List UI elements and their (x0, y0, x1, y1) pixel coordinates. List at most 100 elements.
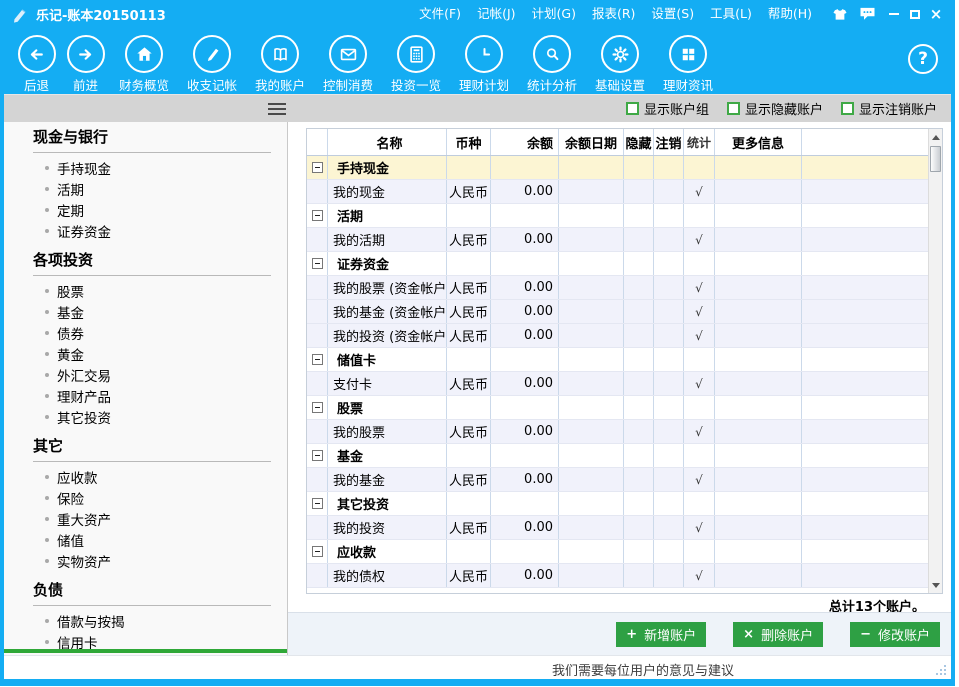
checkbox-option-1[interactable]: 显示隐藏账户 (727, 99, 823, 118)
table-row[interactable]: 其它投资 (307, 492, 928, 516)
minimize-button[interactable] (888, 8, 900, 20)
column-header-5[interactable]: 隐藏 (624, 129, 654, 155)
scroll-up-icon[interactable] (929, 130, 942, 144)
table-row[interactable]: 支付卡人民币0.00√ (307, 372, 928, 396)
collapse-icon[interactable] (312, 210, 323, 221)
table-row[interactable]: 我的基金 (资金帐户)人民币0.00√ (307, 300, 928, 324)
collapse-icon[interactable] (312, 354, 323, 365)
help-button[interactable]: ? (908, 44, 938, 74)
checkbox-option-0[interactable]: 显示账户组 (626, 99, 709, 118)
toolbar-button-home[interactable]: 财务概览 (110, 28, 178, 94)
sidebar-item[interactable]: 股票 (4, 280, 287, 301)
table-row[interactable]: 我的股票 (资金帐户)人民币0.00√ (307, 276, 928, 300)
table-row[interactable]: 我的债权人民币0.00√ (307, 564, 928, 588)
column-header-0[interactable] (307, 129, 328, 155)
menu-item-5[interactable]: 工具(L) (702, 0, 760, 28)
table-row[interactable]: 手持现金 (307, 156, 928, 180)
menu-item-1[interactable]: 记帐(J) (469, 0, 523, 28)
balance-date-cell (559, 420, 624, 443)
more-info-cell (715, 324, 802, 347)
collapse-icon[interactable] (312, 546, 323, 557)
sidebar-item[interactable]: 黄金 (4, 343, 287, 364)
column-header-7[interactable]: 统计 (684, 129, 715, 155)
toolbar-button-arrow-right[interactable]: 前进 (61, 28, 110, 94)
close-button[interactable]: × (930, 8, 942, 20)
checkbox-option-2[interactable]: 显示注销账户 (841, 99, 937, 118)
table-row[interactable]: 基金 (307, 444, 928, 468)
column-header-1[interactable]: 名称 (328, 129, 447, 155)
sidebar-item[interactable]: 基金 (4, 301, 287, 322)
sidebar-item[interactable]: 证券资金 (4, 220, 287, 241)
column-header-8[interactable]: 更多信息 (715, 129, 802, 155)
collapse-icon[interactable] (312, 402, 323, 413)
sidebar-item[interactable]: 理财产品 (4, 385, 287, 406)
menu-item-2[interactable]: 计划(G) (524, 0, 584, 28)
sidebar-item[interactable]: 手持现金 (4, 157, 287, 178)
sidebar-item[interactable]: 借款与按揭 (4, 610, 287, 631)
modify-account-button[interactable]: −修改账户 (850, 622, 940, 647)
checkbox-box[interactable] (841, 102, 854, 115)
sidebar-item[interactable]: 保险 (4, 487, 287, 508)
collapse-icon[interactable] (312, 258, 323, 269)
toolbar-button-magnifier[interactable]: 统计分析 (518, 28, 586, 94)
toolbar-button-envelope[interactable]: 控制消费 (314, 28, 382, 94)
toolbar-button-clock[interactable]: 理财计划 (450, 28, 518, 94)
table-row[interactable]: 活期 (307, 204, 928, 228)
column-header-9[interactable] (802, 129, 928, 155)
toolbar-button-calculator[interactable]: 投资一览 (382, 28, 450, 94)
collapse-icon[interactable] (312, 162, 323, 173)
column-header-6[interactable]: 注销 (654, 129, 684, 155)
sidebar-horizontal-scrollbar[interactable] (4, 649, 287, 653)
sidebar-item[interactable]: 外汇交易 (4, 364, 287, 385)
sidebar-item[interactable]: 活期 (4, 178, 287, 199)
menu-item-4[interactable]: 设置(S) (643, 0, 702, 28)
collapse-icon[interactable] (312, 498, 323, 509)
sidebar-item[interactable]: 实物资产 (4, 550, 287, 571)
toolbar-button-grid[interactable]: 理财资讯 (654, 28, 722, 94)
vertical-scrollbar[interactable] (928, 129, 942, 593)
table-row[interactable]: 股票 (307, 396, 928, 420)
collapse-icon[interactable] (312, 450, 323, 461)
toolbar-button-gear[interactable]: 基础设置 (586, 28, 654, 94)
table-row[interactable]: 证券资金 (307, 252, 928, 276)
table-row[interactable]: 我的股票人民币0.00√ (307, 420, 928, 444)
hamburger-icon[interactable] (268, 103, 286, 118)
table-row[interactable]: 应收款 (307, 540, 928, 564)
scrollbar-thumb[interactable] (930, 146, 941, 172)
maximize-button[interactable] (909, 8, 921, 20)
cancelled-cell (654, 324, 684, 347)
column-header-2[interactable]: 币种 (447, 129, 491, 155)
column-header-4[interactable]: 余额日期 (559, 129, 624, 155)
table-row[interactable]: 储值卡 (307, 348, 928, 372)
sidebar-item[interactable]: 重大资产 (4, 508, 287, 529)
sidebar-item[interactable]: 其它投资 (4, 406, 287, 427)
feedback-icon[interactable] (859, 7, 876, 21)
toolbar-button-book[interactable]: 我的账户 (246, 28, 314, 94)
filler-cell (802, 540, 928, 563)
scroll-down-icon[interactable] (929, 578, 942, 592)
toolbar-button-arrow-left[interactable]: 后退 (12, 28, 61, 94)
add-account-button[interactable]: +新增账户 (616, 622, 706, 647)
more-info-cell (715, 180, 802, 203)
menu-item-0[interactable]: 文件(F) (411, 0, 469, 28)
sidebar-item[interactable]: 储值 (4, 529, 287, 550)
sidebar-item[interactable]: 应收款 (4, 466, 287, 487)
checkbox-box[interactable] (626, 102, 639, 115)
menu-item-3[interactable]: 报表(R) (584, 0, 643, 28)
delete-account-button[interactable]: ×删除账户 (733, 622, 823, 647)
table-row[interactable]: 我的投资 (资金帐户)人民币0.00√ (307, 324, 928, 348)
table-row[interactable]: 我的投资人民币0.00√ (307, 516, 928, 540)
column-header-3[interactable]: 余额 (491, 129, 559, 155)
sidebar-section-title: 负债 (33, 579, 271, 606)
table-row[interactable]: 我的现金人民币0.00√ (307, 180, 928, 204)
menu-item-6[interactable]: 帮助(H) (760, 0, 820, 28)
table-row[interactable]: 我的活期人民币0.00√ (307, 228, 928, 252)
resize-grip[interactable] (934, 663, 946, 675)
sidebar-item[interactable]: 定期 (4, 199, 287, 220)
table-row[interactable]: 我的基金人民币0.00√ (307, 468, 928, 492)
skin-icon[interactable] (832, 8, 848, 21)
toolbar-button-pencil[interactable]: 收支记帐 (178, 28, 246, 94)
sidebar-item[interactable]: 债券 (4, 322, 287, 343)
checkbox-box[interactable] (727, 102, 740, 115)
account-name-cell: 基金 (328, 444, 447, 467)
